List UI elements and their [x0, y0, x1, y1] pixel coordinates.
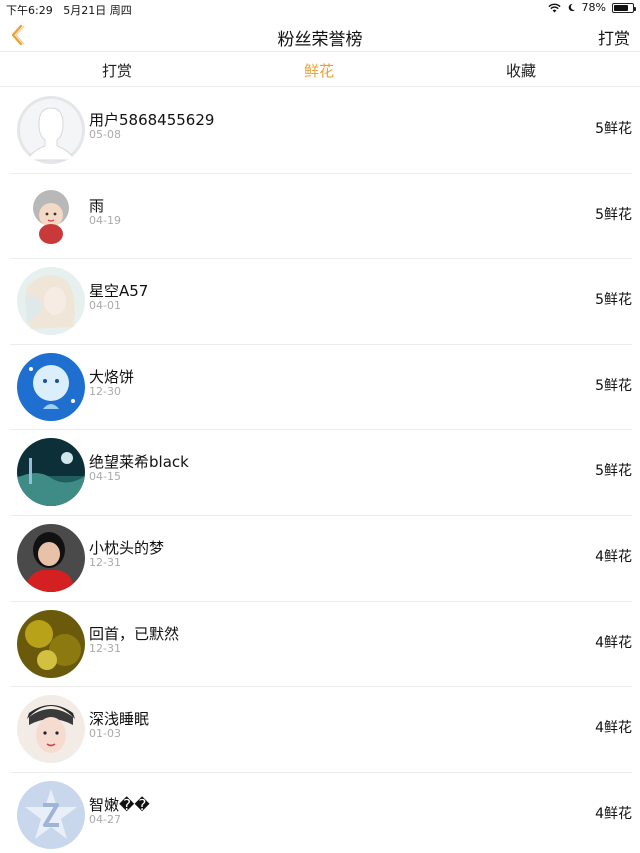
fan-date: 04-19: [89, 213, 121, 227]
list-item[interactable]: 雨 04-19 5鲜花: [10, 174, 632, 260]
fan-name: 智嫩��: [89, 795, 150, 814]
list-item[interactable]: 智嫩�� 04-27 4鲜花: [10, 773, 632, 853]
avatar: [17, 267, 85, 336]
flower-count: 5鲜花: [595, 121, 632, 137]
status-bar: 下午6:29 5月21日 周四 78%: [0, 0, 640, 18]
list-item[interactable]: 小枕头的梦 12-31 4鲜花: [10, 516, 632, 602]
status-time: 下午6:29: [6, 4, 53, 17]
fan-name: 大烙饼: [89, 367, 135, 386]
fan-date: 12-31: [89, 555, 121, 569]
flower-count: 4鲜花: [595, 720, 632, 737]
list-item[interactable]: 大烙饼 12-30 5鲜花: [10, 345, 632, 431]
fan-name: 雨: [89, 196, 105, 215]
fan-date: 01-03: [89, 727, 121, 741]
fan-name: 星空A57: [89, 282, 149, 301]
avatar: [17, 780, 85, 849]
avatar: [17, 96, 85, 164]
tab-tip[interactable]: 打赏: [57, 60, 177, 81]
flower-count: 5鲜花: [595, 206, 632, 223]
list-item[interactable]: 深浅睡眠 01-03 4鲜花: [10, 687, 632, 773]
wifi-icon: [547, 3, 561, 12]
fan-date: 04-27: [89, 812, 121, 826]
flower-count: 5鲜花: [595, 463, 632, 480]
page-title: 粉丝荣誉榜: [277, 30, 363, 50]
avatar: [17, 609, 85, 678]
fan-list: 用户5868455629 05-08 5鲜花 雨 04-19 5鲜花 星空A57…: [0, 88, 640, 853]
battery-level: [614, 4, 629, 11]
list-item[interactable]: 星空A57 04-01 5鲜花: [10, 259, 632, 345]
status-date: 5月21日 周四: [63, 4, 132, 17]
flower-count: 4鲜花: [595, 634, 632, 651]
flower-count: 5鲜花: [595, 292, 632, 309]
fan-name: 用户5868455629: [89, 111, 215, 129]
list-item[interactable]: 用户5868455629 05-08 5鲜花: [10, 88, 632, 174]
list-item[interactable]: 绝望莱希black 04-15 5鲜花: [10, 430, 632, 516]
battery-icon: [612, 2, 636, 13]
fan-name: 深浅睡眠: [89, 710, 150, 729]
fan-date: 05-08: [89, 128, 121, 141]
avatar: [17, 523, 85, 592]
avatar: [17, 352, 85, 421]
fan-date: 12-30: [89, 384, 121, 398]
fan-date: 04-15: [89, 470, 121, 484]
fan-name: 小枕头的梦: [89, 538, 165, 557]
flower-count: 4鲜花: [595, 805, 632, 822]
tab-flowers[interactable]: 鲜花: [259, 60, 379, 81]
moon-icon: [568, 3, 575, 12]
fan-date: 04-01: [89, 299, 121, 313]
tip-button[interactable]: 打赏: [598, 25, 630, 49]
fan-name: 回首，已默然: [89, 624, 180, 643]
avatar: [17, 181, 85, 250]
avatar: [17, 438, 85, 507]
fan-name: 绝望莱希black: [89, 453, 189, 472]
battery-percent: 78%: [581, 1, 606, 14]
list-item[interactable]: 回首，已默然 12-31 4鲜花: [10, 602, 632, 688]
tab-bar: 打赏 鲜花 收藏: [0, 53, 640, 87]
tab-favorites[interactable]: 收藏: [461, 60, 581, 81]
avatar: [17, 695, 85, 764]
status-indicators: 78%: [547, 1, 636, 14]
status-time-date: 下午6:29 5月21日 周四: [6, 2, 132, 18]
flower-count: 5鲜花: [595, 377, 632, 394]
fan-date: 12-31: [89, 641, 121, 655]
flower-count: 4鲜花: [595, 548, 632, 565]
nav-bar: 粉丝荣誉榜 打赏: [0, 18, 640, 52]
